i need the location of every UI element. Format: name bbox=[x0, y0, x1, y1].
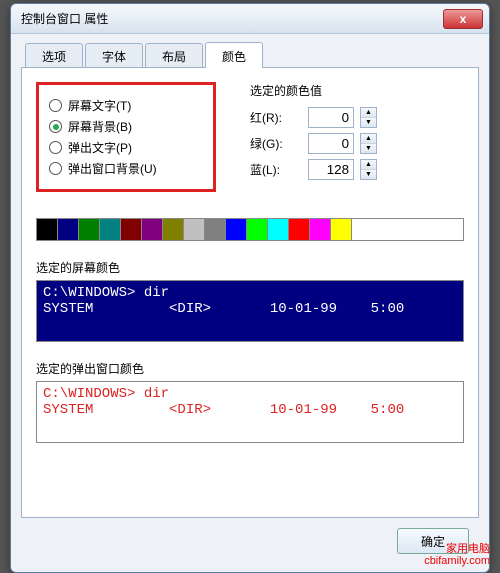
tab-strip: 选项 字体 布局 颜色 bbox=[21, 42, 479, 68]
blue-input[interactable] bbox=[308, 159, 354, 180]
client-area: 选项 字体 布局 颜色 屏幕文字(T) 屏幕背景(B) bbox=[21, 42, 479, 560]
radio-screen-background[interactable]: 屏幕背景(B) bbox=[49, 118, 203, 135]
palette-swatch[interactable] bbox=[100, 219, 121, 240]
color-palette bbox=[36, 218, 464, 241]
palette-swatch[interactable] bbox=[310, 219, 331, 240]
spin-up-icon[interactable]: ▲ bbox=[361, 160, 376, 170]
palette-swatch[interactable] bbox=[79, 219, 100, 240]
window-title: 控制台窗口 属性 bbox=[21, 10, 443, 27]
close-icon: x bbox=[460, 12, 467, 26]
close-button[interactable]: x bbox=[443, 9, 483, 29]
palette-swatch[interactable] bbox=[352, 219, 373, 240]
spin-down-icon[interactable]: ▼ bbox=[361, 144, 376, 153]
radio-label: 屏幕背景(B) bbox=[68, 118, 132, 135]
radio-icon bbox=[49, 120, 62, 133]
green-input[interactable] bbox=[308, 133, 354, 154]
radio-popup-background[interactable]: 弹出窗口背景(U) bbox=[49, 160, 203, 177]
tab-colors[interactable]: 颜色 bbox=[205, 42, 263, 68]
radio-icon bbox=[49, 162, 62, 175]
palette-swatch[interactable] bbox=[226, 219, 247, 240]
rgb-group-title: 选定的颜色值 bbox=[240, 82, 458, 99]
blue-spinner[interactable]: ▲▼ bbox=[360, 159, 377, 180]
spin-down-icon[interactable]: ▼ bbox=[361, 118, 376, 127]
title-bar: 控制台窗口 属性 x bbox=[11, 4, 489, 34]
palette-swatch[interactable] bbox=[247, 219, 268, 240]
popup-preview-label: 选定的弹出窗口颜色 bbox=[36, 360, 464, 377]
screen-color-preview: C:\WINDOWS> dir SYSTEM <DIR> 10-01-99 5:… bbox=[36, 280, 464, 342]
screen-preview-label: 选定的屏幕颜色 bbox=[36, 259, 464, 276]
red-input[interactable] bbox=[308, 107, 354, 128]
color-target-group: 屏幕文字(T) 屏幕背景(B) 弹出文字(P) 弹出窗口背景(U) bbox=[36, 82, 216, 192]
properties-dialog: 控制台窗口 属性 x 选项 字体 布局 颜色 屏幕文字(T) 屏幕背景(B) bbox=[10, 3, 490, 573]
radio-label: 屏幕文字(T) bbox=[68, 97, 131, 114]
palette-swatch[interactable] bbox=[205, 219, 226, 240]
tab-layout[interactable]: 布局 bbox=[145, 43, 203, 69]
palette-swatch[interactable] bbox=[58, 219, 79, 240]
tab-font[interactable]: 字体 bbox=[85, 43, 143, 69]
spin-up-icon[interactable]: ▲ bbox=[361, 134, 376, 144]
palette-swatch[interactable] bbox=[184, 219, 205, 240]
radio-screen-text[interactable]: 屏幕文字(T) bbox=[49, 97, 203, 114]
radio-icon bbox=[49, 141, 62, 154]
red-label: 红(R): bbox=[240, 109, 302, 126]
selected-color-values: 选定的颜色值 红(R): ▲▼ 绿(G): ▲▼ 蓝(L): ▲▼ bbox=[234, 82, 464, 192]
green-spinner[interactable]: ▲▼ bbox=[360, 133, 377, 154]
palette-swatch[interactable] bbox=[142, 219, 163, 240]
tab-options[interactable]: 选项 bbox=[25, 43, 83, 69]
ok-button[interactable]: 确定 bbox=[397, 528, 469, 554]
palette-swatch[interactable] bbox=[331, 219, 352, 240]
spin-up-icon[interactable]: ▲ bbox=[361, 108, 376, 118]
green-label: 绿(G): bbox=[240, 135, 302, 152]
palette-swatch[interactable] bbox=[289, 219, 310, 240]
spin-down-icon[interactable]: ▼ bbox=[361, 170, 376, 179]
dialog-buttons: 确定 bbox=[397, 528, 469, 554]
popup-color-preview: C:\WINDOWS> dir SYSTEM <DIR> 10-01-99 5:… bbox=[36, 381, 464, 443]
palette-swatch[interactable] bbox=[268, 219, 289, 240]
tab-panel-colors: 屏幕文字(T) 屏幕背景(B) 弹出文字(P) 弹出窗口背景(U) bbox=[21, 67, 479, 518]
radio-icon bbox=[49, 99, 62, 112]
palette-swatch[interactable] bbox=[163, 219, 184, 240]
palette-swatch[interactable] bbox=[37, 219, 58, 240]
radio-popup-text[interactable]: 弹出文字(P) bbox=[49, 139, 203, 156]
blue-label: 蓝(L): bbox=[240, 161, 302, 178]
red-spinner[interactable]: ▲▼ bbox=[360, 107, 377, 128]
radio-label: 弹出文字(P) bbox=[68, 139, 132, 156]
radio-label: 弹出窗口背景(U) bbox=[68, 160, 157, 177]
palette-swatch[interactable] bbox=[121, 219, 142, 240]
